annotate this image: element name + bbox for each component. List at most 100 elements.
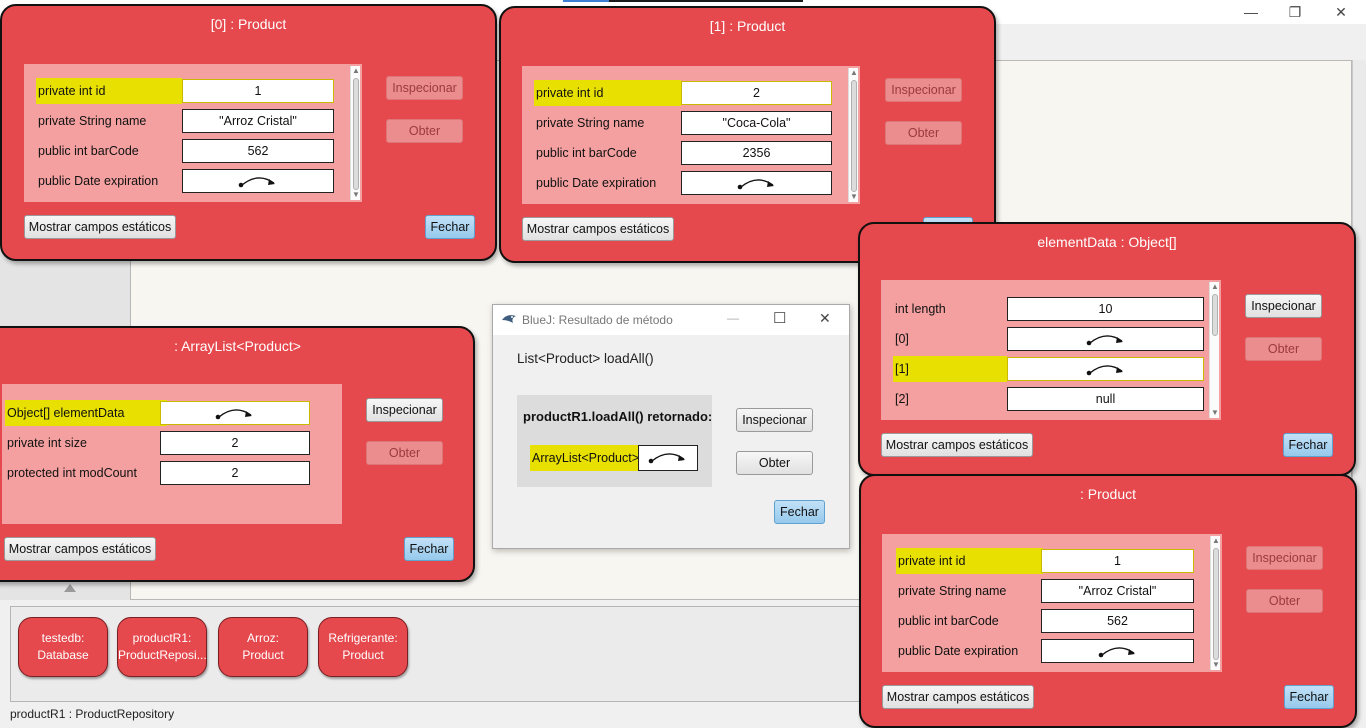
scroll-up-icon[interactable]: ▲ bbox=[1211, 283, 1219, 291]
field-value[interactable]: 562 bbox=[182, 139, 334, 163]
reference-arrow-icon bbox=[1086, 335, 1123, 346]
field-value[interactable]: 2 bbox=[160, 461, 310, 485]
inspect-button[interactable]: Inspecionar bbox=[885, 78, 962, 102]
field-value[interactable]: 1 bbox=[182, 79, 334, 103]
inspector-elementdata[interactable]: elementData : Object[] int length 10 [0]… bbox=[858, 222, 1356, 476]
field-row[interactable]: private String name "Coca-Cola" bbox=[534, 110, 834, 136]
object-reference[interactable] bbox=[1041, 639, 1194, 663]
close-button[interactable]: Fechar bbox=[1284, 685, 1334, 709]
field-scrollbar[interactable]: ▲ ▼ bbox=[1210, 536, 1220, 670]
method-result-dialog[interactable]: BlueJ: Resultado de método — ☐ ✕ List<Pr… bbox=[492, 304, 850, 549]
field-row[interactable]: protected int modCount 2 bbox=[7, 460, 326, 486]
show-static-fields-button[interactable]: Mostrar campos estáticos bbox=[4, 537, 156, 561]
field-row[interactable]: [2] null bbox=[893, 386, 1204, 412]
get-button[interactable]: Obter bbox=[1245, 337, 1322, 361]
scroll-down-icon[interactable]: ▼ bbox=[850, 193, 858, 201]
dialog-minimize-button[interactable]: — bbox=[727, 311, 739, 325]
field-row[interactable]: public Date expiration bbox=[36, 168, 336, 194]
field-label: private int size bbox=[7, 436, 87, 450]
bench-object-refrigerante[interactable]: Refrigerante: Product bbox=[318, 617, 408, 677]
dialog-close-button[interactable]: ✕ bbox=[819, 310, 831, 327]
field-row[interactable]: public int barCode 562 bbox=[894, 608, 1196, 634]
bench-object-productR1[interactable]: productR1: ProductReposi... bbox=[117, 617, 207, 677]
field-value[interactable]: "Arroz Cristal" bbox=[182, 109, 334, 133]
field-value[interactable]: null bbox=[1007, 387, 1204, 411]
field-list: private int id 1 private String name "Ar… bbox=[24, 64, 362, 202]
maximize-button[interactable]: ❐ bbox=[1280, 2, 1310, 22]
scroll-down-icon[interactable]: ▼ bbox=[1211, 409, 1219, 417]
field-row[interactable]: Object[] elementData bbox=[5, 400, 326, 426]
field-row[interactable]: public int barCode 562 bbox=[36, 138, 336, 164]
field-value[interactable]: "Arroz Cristal" bbox=[1041, 579, 1194, 603]
dialog-maximize-button[interactable]: ☐ bbox=[773, 309, 786, 327]
object-reference[interactable] bbox=[1007, 357, 1204, 381]
field-row[interactable]: int length 10 bbox=[893, 296, 1204, 322]
scroll-thumb[interactable] bbox=[851, 80, 857, 192]
method-signature: List<Product> loadAll() bbox=[517, 351, 654, 366]
get-button[interactable]: Obter bbox=[366, 441, 443, 465]
inspect-button[interactable]: Inspecionar bbox=[1246, 546, 1323, 570]
scroll-up-icon[interactable]: ▲ bbox=[850, 69, 858, 77]
close-button[interactable]: Fechar bbox=[774, 500, 825, 524]
field-row[interactable]: public int barCode 2356 bbox=[534, 140, 834, 166]
minimize-button[interactable]: — bbox=[1236, 2, 1266, 22]
field-value[interactable]: 10 bbox=[1007, 297, 1204, 321]
field-label: public Date expiration bbox=[898, 644, 1019, 658]
field-row[interactable]: public Date expiration bbox=[894, 638, 1196, 664]
get-button[interactable]: Obter bbox=[885, 121, 962, 145]
result-object-reference[interactable] bbox=[638, 445, 698, 471]
object-reference[interactable] bbox=[681, 171, 832, 195]
field-value[interactable]: 562 bbox=[1041, 609, 1194, 633]
field-value[interactable]: 1 bbox=[1041, 549, 1194, 573]
scroll-thumb[interactable] bbox=[353, 78, 359, 190]
inspect-button[interactable]: Inspecionar bbox=[1245, 294, 1322, 318]
bench-object-testedb[interactable]: testedb: Database bbox=[18, 617, 108, 677]
field-scrollbar[interactable]: ▲ ▼ bbox=[848, 68, 858, 202]
get-button[interactable]: Obter bbox=[1246, 589, 1323, 613]
scroll-down-icon[interactable]: ▼ bbox=[352, 191, 360, 199]
show-static-fields-button[interactable]: Mostrar campos estáticos bbox=[24, 215, 176, 239]
reference-arrow-icon bbox=[737, 179, 774, 190]
get-button[interactable]: Obter bbox=[736, 451, 813, 475]
field-row[interactable]: private int id 1 bbox=[36, 78, 336, 104]
inspector-product-arroz[interactable]: : Product private int id 1 private Strin… bbox=[859, 474, 1357, 728]
object-reference[interactable] bbox=[182, 169, 334, 193]
collapse-arrow-icon[interactable] bbox=[64, 584, 76, 592]
close-button[interactable]: Fechar bbox=[425, 215, 475, 239]
show-static-fields-button[interactable]: Mostrar campos estáticos bbox=[522, 217, 674, 241]
scroll-up-icon[interactable]: ▲ bbox=[352, 67, 360, 75]
field-scrollbar[interactable]: ▲ ▼ bbox=[350, 66, 360, 200]
scroll-thumb[interactable] bbox=[1213, 548, 1219, 660]
field-row[interactable]: private int id 2 bbox=[534, 80, 834, 106]
field-value[interactable]: 2 bbox=[160, 431, 310, 455]
field-row[interactable]: private String name "Arroz Cristal" bbox=[36, 108, 336, 134]
bench-object-name: Refrigerante: bbox=[328, 631, 398, 645]
close-button[interactable]: Fechar bbox=[1283, 433, 1333, 457]
inspect-button[interactable]: Inspecionar bbox=[386, 76, 463, 100]
scroll-down-icon[interactable]: ▼ bbox=[1212, 661, 1220, 669]
field-row[interactable]: private String name "Arroz Cristal" bbox=[894, 578, 1196, 604]
field-value[interactable]: 2 bbox=[681, 81, 832, 105]
scroll-up-icon[interactable]: ▲ bbox=[1212, 537, 1220, 545]
field-row[interactable]: private int id 1 bbox=[894, 548, 1196, 574]
field-row[interactable]: public Date expiration bbox=[534, 170, 834, 196]
field-value[interactable]: 2356 bbox=[681, 141, 832, 165]
field-scrollbar[interactable]: ▲ ▼ bbox=[1209, 282, 1219, 418]
field-row[interactable]: private int size 2 bbox=[7, 430, 326, 456]
scroll-thumb[interactable] bbox=[1212, 294, 1218, 336]
bench-object-arroz[interactable]: Arroz: Product bbox=[218, 617, 308, 677]
field-value[interactable]: "Coca-Cola" bbox=[681, 111, 832, 135]
inspector-product-0[interactable]: [0] : Product private int id 1 private S… bbox=[0, 4, 497, 261]
show-static-fields-button[interactable]: Mostrar campos estáticos bbox=[881, 433, 1033, 457]
object-reference[interactable] bbox=[1007, 327, 1204, 351]
show-static-fields-button[interactable]: Mostrar campos estáticos bbox=[882, 685, 1034, 709]
close-button[interactable]: ✕ bbox=[1326, 2, 1356, 22]
close-button[interactable]: Fechar bbox=[404, 537, 454, 561]
field-row[interactable]: [1] bbox=[893, 356, 1205, 382]
get-button[interactable]: Obter bbox=[386, 119, 463, 143]
inspect-button[interactable]: Inspecionar bbox=[366, 398, 443, 422]
inspector-arraylist[interactable]: : ArrayList<Product> Object[] elementDat… bbox=[0, 326, 475, 582]
object-reference[interactable] bbox=[160, 401, 310, 425]
inspect-button[interactable]: Inspecionar bbox=[736, 408, 813, 432]
field-row[interactable]: [0] bbox=[893, 326, 1204, 352]
